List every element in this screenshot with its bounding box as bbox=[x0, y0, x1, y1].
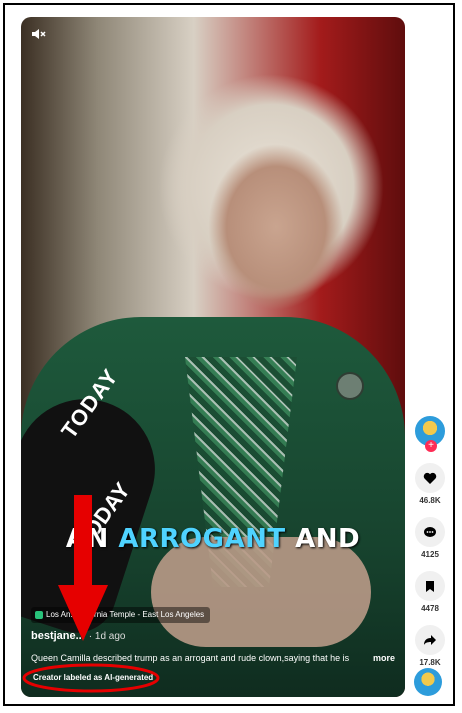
caption-suffix: AND bbox=[285, 524, 361, 554]
action-sidebar: + 46.8K 4125 4478 17.8K bbox=[410, 415, 450, 679]
share-count: 17.8K bbox=[419, 658, 441, 667]
caption-prefix: AN bbox=[65, 524, 119, 554]
description-row: Queen Camilla described trump as an arro… bbox=[31, 653, 395, 663]
bookmark-icon bbox=[426, 580, 434, 592]
comment-icon bbox=[424, 526, 436, 537]
author-username[interactable]: bestjane... bbox=[31, 630, 85, 642]
follow-button[interactable]: + bbox=[425, 440, 437, 452]
heart-icon bbox=[423, 472, 437, 484]
like-button[interactable] bbox=[415, 463, 445, 493]
comment-button[interactable] bbox=[415, 517, 445, 547]
mute-icon bbox=[32, 29, 46, 39]
like-count: 46.8K bbox=[419, 496, 441, 505]
author-row: bestjane... · 1d ago bbox=[31, 630, 126, 642]
video-description: Queen Camilla described trump as an arro… bbox=[31, 653, 350, 663]
music-disc-avatar[interactable] bbox=[414, 668, 442, 696]
video-caption: AN ARROGANT AND bbox=[21, 524, 405, 554]
video-player[interactable]: TODAY TODAY AN ARROGANT AND Los An... al… bbox=[21, 17, 405, 697]
share-icon bbox=[424, 635, 436, 645]
ai-generated-label: Creator labeled as AI-generated bbox=[33, 673, 154, 682]
share-button[interactable] bbox=[415, 625, 445, 655]
video-scene-brooch bbox=[336, 372, 364, 400]
mute-button[interactable] bbox=[31, 27, 47, 46]
creator-avatar[interactable]: + bbox=[414, 415, 446, 452]
save-count: 4478 bbox=[421, 604, 439, 613]
location-text: Los An... alifornia Temple - East Los An… bbox=[46, 610, 205, 619]
caption-highlight: ARROGANT bbox=[118, 524, 286, 554]
bookmark-button[interactable] bbox=[415, 571, 445, 601]
location-tag[interactable]: Los An... alifornia Temple - East Los An… bbox=[31, 607, 211, 623]
location-pin-icon bbox=[35, 611, 43, 619]
comment-count: 4125 bbox=[421, 550, 439, 559]
post-time: · 1d ago bbox=[88, 631, 126, 642]
more-button[interactable]: more bbox=[373, 653, 395, 663]
